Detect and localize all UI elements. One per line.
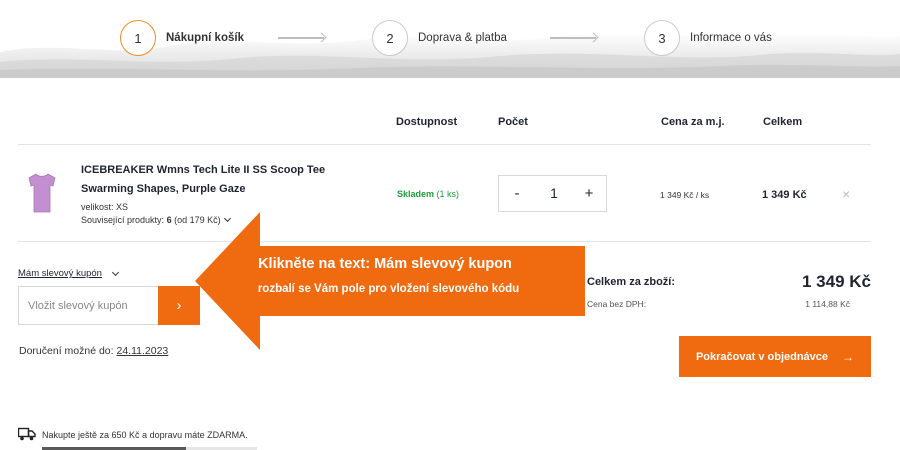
coupon-input[interactable]	[18, 286, 159, 325]
quantity-increase-button[interactable]: +	[577, 176, 601, 211]
line-total: 1 349 Kč	[762, 189, 807, 201]
header-unit-price: Cena za m.j.	[661, 116, 725, 128]
continue-label: Pokračovat v objednávce	[695, 350, 829, 363]
product-image[interactable]	[27, 172, 57, 214]
chevron-down-icon[interactable]	[111, 268, 120, 277]
header-availability: Dostupnost	[396, 116, 458, 128]
step-arrow-icon	[278, 37, 324, 39]
table-divider	[18, 144, 871, 145]
free-shipping-message: Nakupte ještě za 650 Kč a dopravu máte Z…	[42, 430, 248, 440]
delivery-label: Doručení možné do:	[19, 345, 114, 357]
quantity-decrease-button[interactable]: -	[505, 176, 529, 211]
related-label: Související produkty:	[81, 215, 165, 225]
stock-label: Skladem	[397, 189, 435, 199]
related-count: 6	[166, 215, 172, 225]
step-shipping-payment[interactable]: 2 Doprava & platba	[372, 20, 507, 56]
step-number: 1	[120, 20, 156, 56]
stock-status: Skladem (1 ks)	[397, 189, 459, 199]
stock-count: (1 ks)	[436, 189, 460, 199]
step-customer-info[interactable]: 3 Informace o vás	[644, 20, 772, 56]
delivery-date: 24.11.2023	[116, 345, 169, 357]
truck-icon	[18, 427, 36, 441]
checkout-stepper: 1 Nákupní košík 2 Doprava & platba 3 Inf…	[0, 0, 900, 78]
step-label: Nákupní košík	[166, 32, 244, 44]
tutorial-arrow-callout	[195, 212, 585, 350]
quantity-value[interactable]: 1	[539, 176, 569, 211]
price-without-vat-value: 1 114,88 Kč	[805, 299, 850, 309]
coupon-submit-button[interactable]: ›	[158, 286, 200, 325]
step-number: 2	[372, 20, 408, 56]
step-arrow-icon	[550, 37, 596, 39]
unit-price: 1 349 Kč / ks	[660, 190, 710, 200]
header-quantity: Počet	[498, 116, 528, 128]
coupon-toggle-link[interactable]: Mám slevový kupón	[18, 268, 102, 279]
product-variant: velikost: XS	[81, 202, 129, 212]
price-without-vat-label: Cena bez DPH:	[587, 299, 647, 309]
remove-item-icon[interactable]: ×	[842, 186, 850, 202]
step-label: Informace o vás	[690, 32, 772, 44]
product-name[interactable]: ICEBREAKER Wmns Tech Lite II SS Scoop Te…	[81, 161, 371, 199]
step-label: Doprava & platba	[418, 32, 507, 44]
quantity-stepper: - 1 +	[498, 175, 607, 212]
step-number: 3	[644, 20, 680, 56]
continue-checkout-button[interactable]: Pokračovat v objednávce →	[679, 336, 871, 377]
order-total-value: 1 349 Kč	[802, 272, 871, 291]
order-total-label: Celkem za zboží:	[587, 276, 676, 288]
callout-title: Klikněte na text: Mám slevový kupon	[258, 256, 512, 272]
callout-subtitle: rozbalí se Vám pole pro vložení slevovéh…	[257, 283, 520, 295]
delivery-estimate: Doručení možné do: 24.11.2023	[19, 345, 168, 357]
arrow-right-icon: →	[842, 349, 855, 364]
step-cart[interactable]: 1 Nákupní košík	[120, 20, 244, 56]
header-total: Celkem	[763, 116, 803, 128]
